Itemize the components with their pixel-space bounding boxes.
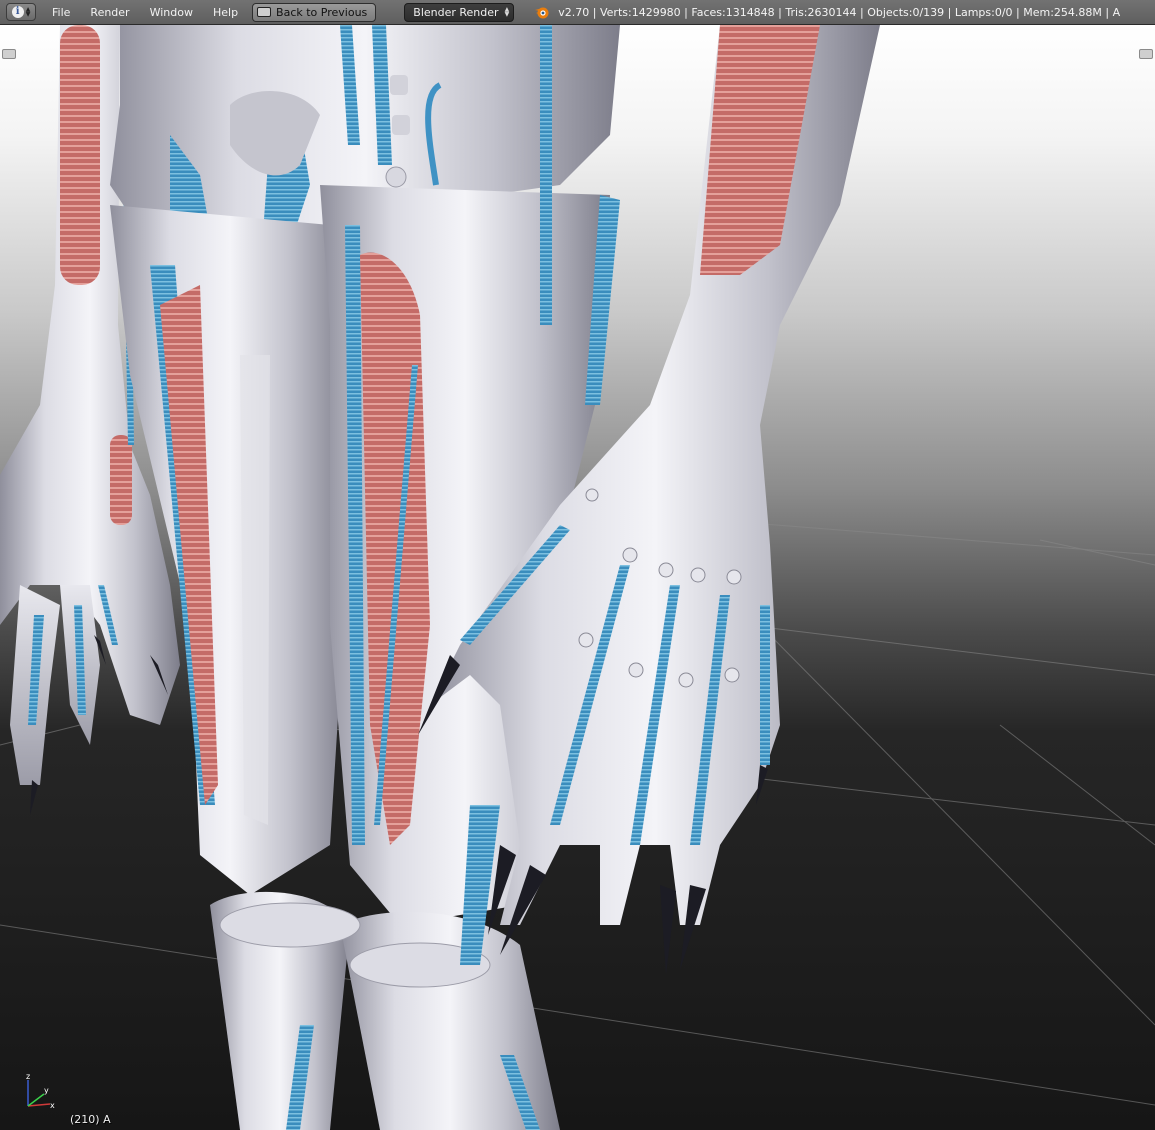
back-to-previous-label: Back to Previous	[276, 5, 368, 19]
menu-help[interactable]: Help	[203, 0, 248, 25]
frame-object-label: (210) A	[70, 1113, 111, 1126]
render-engine-label: Blender Render	[413, 5, 499, 19]
updown-arrows-icon: ▲ ▼	[504, 6, 510, 18]
updown-arrows-icon: ▲ ▼	[25, 6, 31, 18]
render-engine-select[interactable]: Blender Render ▲ ▼	[404, 2, 515, 22]
axis-x-label: x	[50, 1101, 55, 1110]
blender-window: i ▲ ▼ File Render Window Help Back to Pre…	[0, 0, 1155, 1130]
rendered-model-scene	[0, 25, 1155, 1130]
info-header: i ▲ ▼ File Render Window Help Back to Pre…	[0, 0, 1155, 25]
axis-z-label: z	[26, 1072, 30, 1081]
screen-icon	[257, 7, 272, 17]
info-icon: i	[11, 6, 24, 18]
viewport-corner-tab-right[interactable]	[1139, 49, 1153, 59]
editor-type-selector[interactable]: i ▲ ▼	[6, 3, 36, 21]
menu-window[interactable]: Window	[140, 0, 203, 25]
axis-gizmo-icon: z y x	[26, 1072, 55, 1110]
menu-render[interactable]: Render	[80, 0, 139, 25]
scene-stats: v2.70 | Verts:1429980 | Faces:1314848 | …	[558, 5, 1121, 19]
menu-file[interactable]: File	[42, 0, 80, 25]
axis-y-label: y	[44, 1086, 49, 1095]
3d-viewport[interactable]: z y x (210) A	[0, 25, 1155, 1130]
viewport-corner-tab-left[interactable]	[2, 49, 16, 59]
blender-logo-icon	[535, 7, 549, 19]
back-to-previous-button[interactable]: Back to Previous	[252, 2, 377, 22]
